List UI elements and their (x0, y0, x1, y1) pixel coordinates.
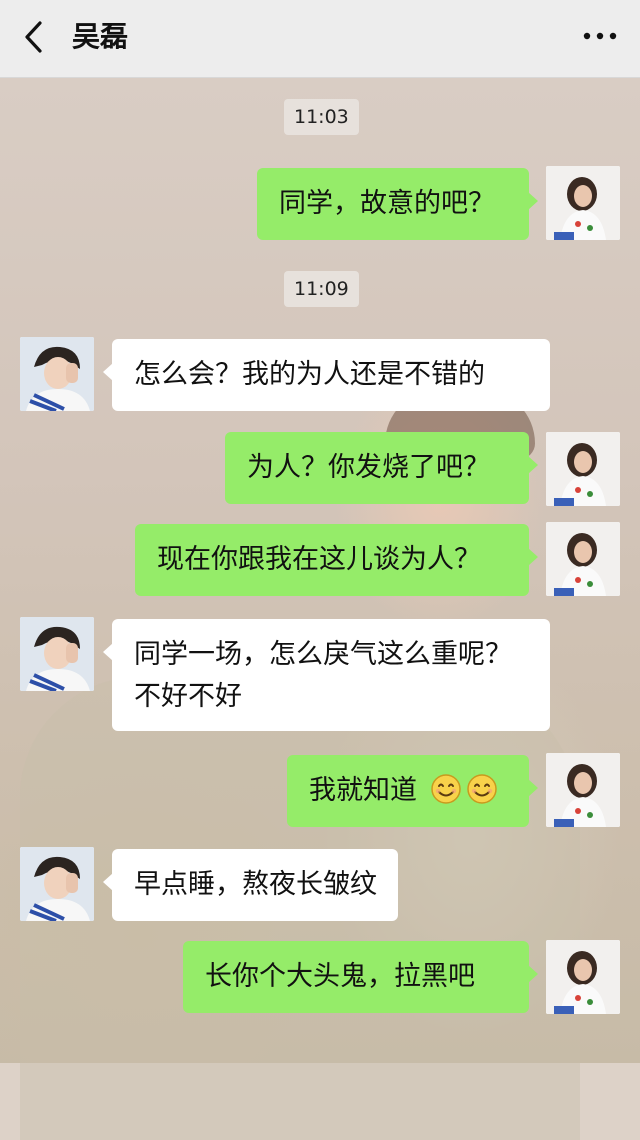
message-bubble-sent[interactable]: 长你个大头鬼，拉黑吧 (183, 941, 538, 1013)
message-bubble-received[interactable]: 怎么会？我的为人还是不错的 (103, 339, 550, 411)
chat-header: 吴磊 (0, 0, 640, 78)
message-bubble-sent[interactable]: 现在你跟我在这儿谈为人？ (135, 524, 538, 596)
message-bubble-sent[interactable]: 我就知道 (287, 755, 538, 827)
message-bubble-sent[interactable]: 为人？你发烧了吧？ (225, 432, 538, 504)
self-avatar[interactable] (546, 166, 620, 240)
message-bubble-received[interactable]: 早点睡，熬夜长皱纹 (103, 849, 398, 921)
message-bubble-received[interactable]: 同学一场，怎么戾气这么重呢？ 不好不好 (103, 619, 550, 731)
message-text-line: 不好不好 (134, 681, 242, 712)
message-text: 我就知道 (309, 775, 417, 806)
contact-avatar[interactable] (20, 617, 94, 691)
more-dots-icon[interactable] (582, 24, 618, 48)
chat-title: 吴磊 (72, 20, 129, 53)
timestamp: 11:03 (284, 99, 359, 135)
message-text: 怎么会？我的为人还是不错的 (134, 359, 485, 390)
self-avatar[interactable] (546, 753, 620, 827)
message-text: 现在你跟我在这儿谈为人？ (157, 544, 481, 575)
self-avatar[interactable] (546, 940, 620, 1014)
smile-emoji-icon (466, 774, 497, 804)
message-bubble-sent[interactable]: 同学，故意的吧？ (257, 168, 538, 240)
message-text: 早点睡，熬夜长皱纹 (134, 869, 377, 900)
self-avatar[interactable] (546, 522, 620, 596)
message-text-line: 同学一场，怎么戾气这么重呢？ (134, 639, 512, 670)
timestamp: 11:09 (284, 271, 359, 307)
message-text: 为人？你发烧了吧？ (247, 452, 490, 483)
contact-avatar[interactable] (20, 337, 94, 411)
message-text: 同学，故意的吧？ (279, 188, 495, 219)
self-avatar[interactable] (546, 432, 620, 506)
smile-emoji-icon (430, 774, 461, 804)
message-text: 长你个大头鬼，拉黑吧 (205, 961, 475, 992)
contact-avatar[interactable] (20, 847, 94, 921)
chevron-left-icon[interactable] (20, 20, 48, 54)
